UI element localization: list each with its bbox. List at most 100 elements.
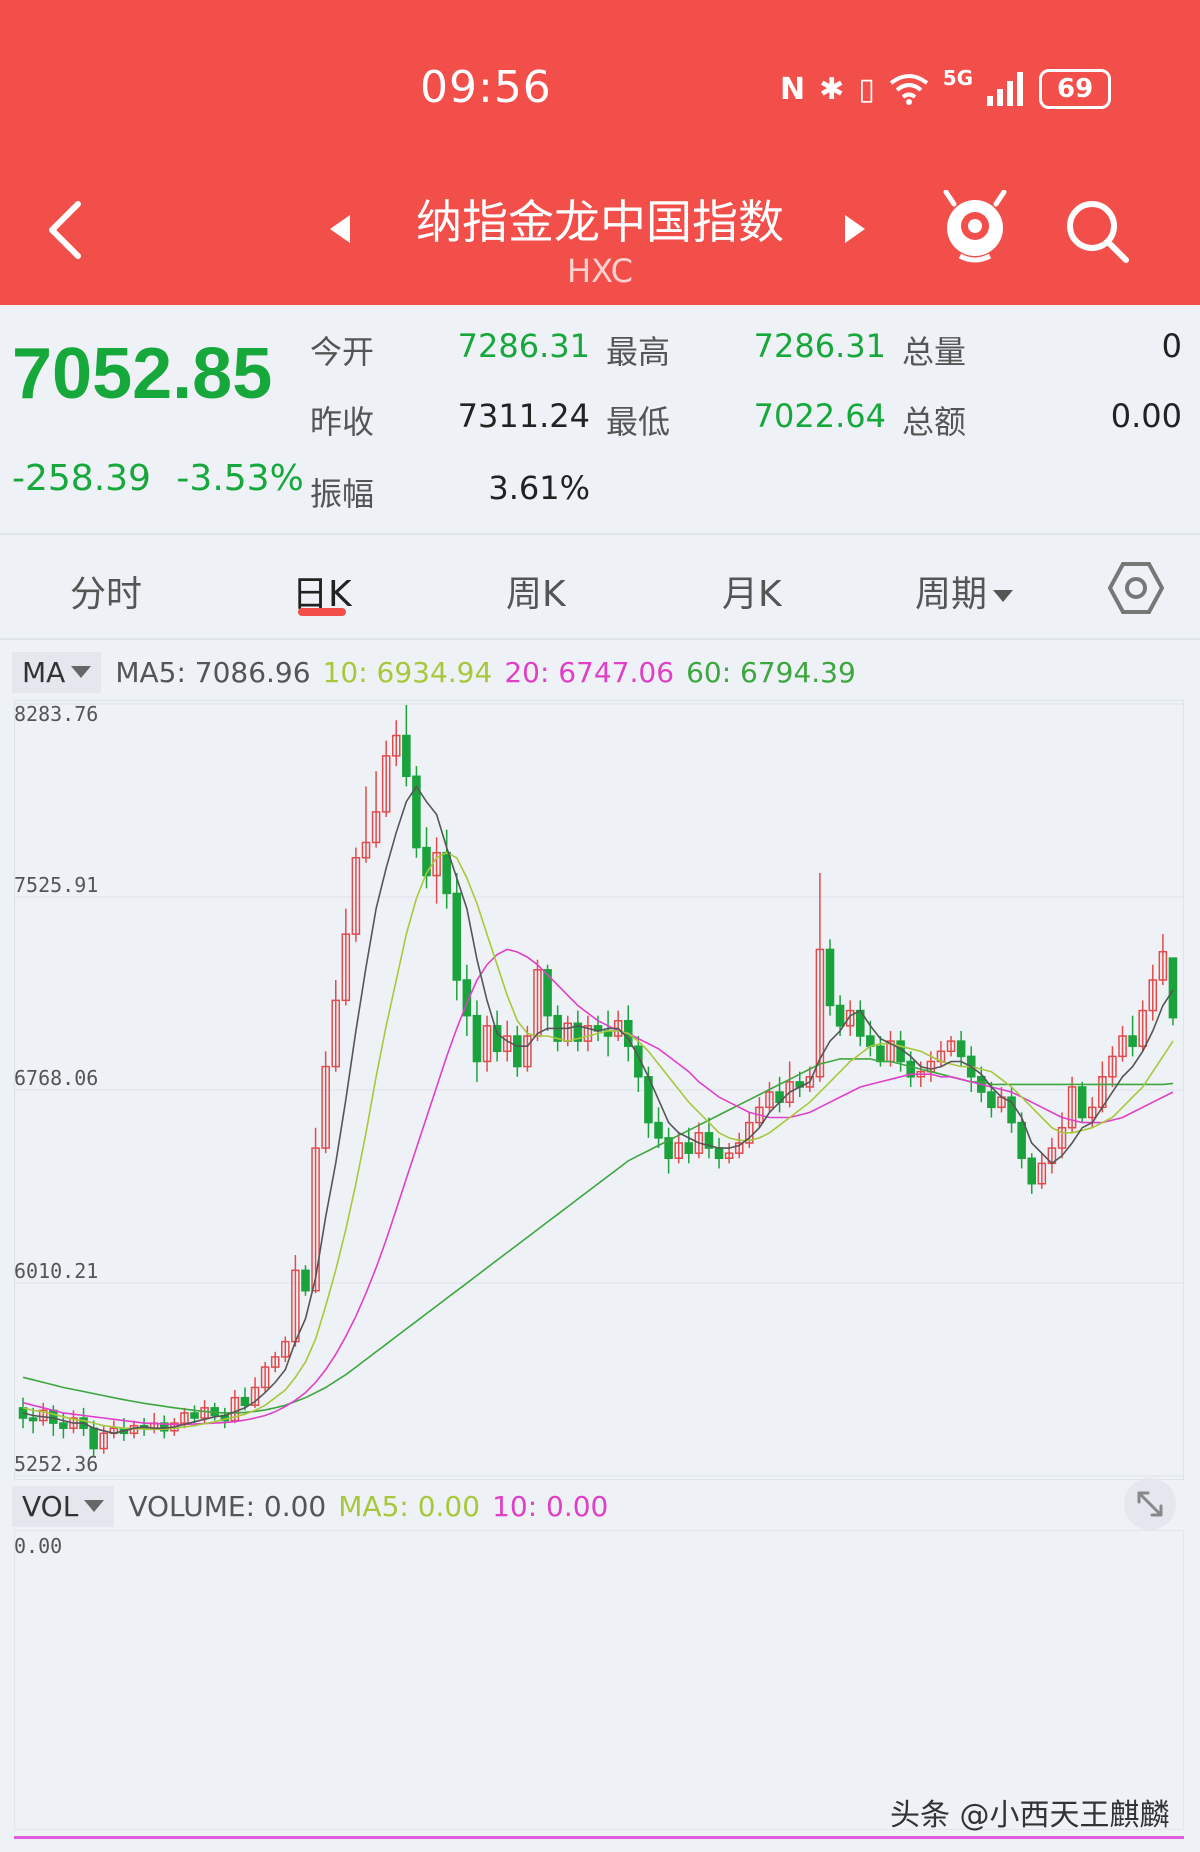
candle-down [402,734,411,778]
y-tick-label: 6010.21 [14,1259,99,1283]
chevron-down-icon [84,1500,105,1512]
prev-index-icon[interactable] [330,215,350,243]
ma10-value: 10: 6934.94 [322,655,493,689]
change-value: -258.39 [12,458,151,499]
open-label: 今开 [310,333,375,371]
y-tick-label: 8283.76 [14,702,99,726]
ma5-line [22,785,1174,1435]
header-bar: 09:56 N ✱ ▯ 5G 69 纳指金龙中国指数 HXC [0,0,1200,305]
candle-down [866,1035,875,1047]
prev-close-label: 昨收 [310,403,375,441]
volume-ma10: 10: 0.00 [492,1489,609,1523]
low-label: 最低 [606,403,671,441]
amplitude-label: 振幅 [310,475,375,513]
ma60-value: 60: 6794.39 [686,655,856,689]
candle-down [825,948,835,1007]
open-value: 7286.31 [457,327,590,365]
tab-weekly-k[interactable]: 周K [506,565,566,617]
period-tabs: 分时 日K 周K 月K 周期 [0,535,1200,635]
candle-down [876,1045,885,1063]
ma20-value: 20: 6747.06 [504,655,675,689]
nfc-icon: N [780,71,806,107]
change-percent: -3.53% [176,458,304,499]
volume-ma5: MA5: 0.00 [338,1489,481,1523]
volume-selector-label: VOL [22,1489,79,1523]
candle-down [1128,1035,1137,1047]
status-time: 09:56 [420,62,552,113]
ma60-line [22,1058,1174,1414]
current-price: 7052.85 [12,334,273,414]
amount-value: 0.00 [1110,397,1182,435]
page-title: 纳指金龙中国指数 [416,195,784,249]
ma20-line [22,948,1174,1426]
candle-down [1168,957,1178,1019]
candle-down [190,1412,199,1419]
candle-down [1017,1121,1026,1160]
tab-monthly-k[interactable]: 月K [722,565,782,617]
candle-down [956,1040,966,1058]
watermark: 头条 @小西天王麒麟 [890,1798,1170,1833]
volume-value: 0 [1161,327,1182,365]
ma10-line [22,851,1174,1431]
volume-label: 总量 [902,333,967,371]
expand-icon[interactable] [1124,1478,1176,1530]
volume-selector[interactable]: VOL [12,1485,115,1527]
volume-chart[interactable] [14,1530,1184,1830]
price-change: -258.39 -3.53% [12,458,304,499]
high-label: 最高 [606,333,671,371]
candle-down [472,1014,482,1063]
candle-down [89,1427,98,1450]
y-tick-label: 5252.36 [14,1452,99,1476]
bluetooth-icon: ✱ [819,71,845,107]
candle-down [301,1269,310,1292]
volume-axis-label: 0.00 [14,1534,63,1558]
candle-down [422,846,431,877]
battery-icon: 69 [1039,69,1112,109]
ma5-value: MA5: 7086.96 [115,655,311,689]
tab-period-label: 周期 [915,574,988,615]
battery-level: 69 [1057,74,1094,104]
ma-legend: MA MA5: 7086.96 10: 6934.94 20: 6747.06 … [12,650,868,694]
candle-down [684,1142,694,1154]
wifi-icon [889,74,928,105]
amplitude-value: 3.61% [488,469,590,507]
candle-down [452,892,462,981]
vibrate-icon: ▯ [858,71,875,107]
candle-down [1027,1157,1037,1185]
index-code: HXC [567,252,633,290]
candle-down [492,1025,502,1053]
signal-icon [987,72,1024,106]
chevron-down-icon [993,590,1014,602]
prev-close-value: 7311.24 [457,397,590,435]
chevron-down-icon [71,666,92,678]
divider [0,638,1200,640]
candle-down [1077,1086,1087,1119]
mascot-icon[interactable] [940,190,1010,264]
candle-down [59,1422,68,1429]
back-icon[interactable] [44,200,84,260]
amount-label: 总额 [902,403,967,441]
kline-svg [14,700,1184,1480]
volume-value: VOLUME: 0.00 [128,1489,327,1523]
status-icons: N ✱ ▯ 5G 69 [780,66,1112,112]
quote-panel: 7052.85 -258.39 -3.53% 今开 7286.31 最高 728… [0,305,1200,533]
next-index-icon[interactable] [845,215,865,243]
candle-down [240,1396,250,1407]
y-tick-label: 6768.06 [14,1066,99,1090]
high-value: 7286.31 [753,327,886,365]
candle-down [714,1147,724,1160]
candle-down [49,1409,58,1424]
y-tick-label: 7525.91 [14,873,99,897]
candle-down [513,1035,522,1068]
candle-down [654,1121,663,1139]
ma-selector[interactable]: MA [12,651,102,693]
search-icon[interactable] [1062,196,1132,266]
tab-period[interactable]: 周期 [915,565,1014,617]
low-value: 7022.64 [753,397,886,435]
candle-down [442,851,451,895]
active-tab-indicator [298,608,346,616]
kline-chart[interactable] [14,700,1184,1480]
tab-intraday[interactable]: 分时 [70,565,142,617]
settings-icon[interactable] [1108,560,1164,616]
network-type: 5G [942,66,974,90]
